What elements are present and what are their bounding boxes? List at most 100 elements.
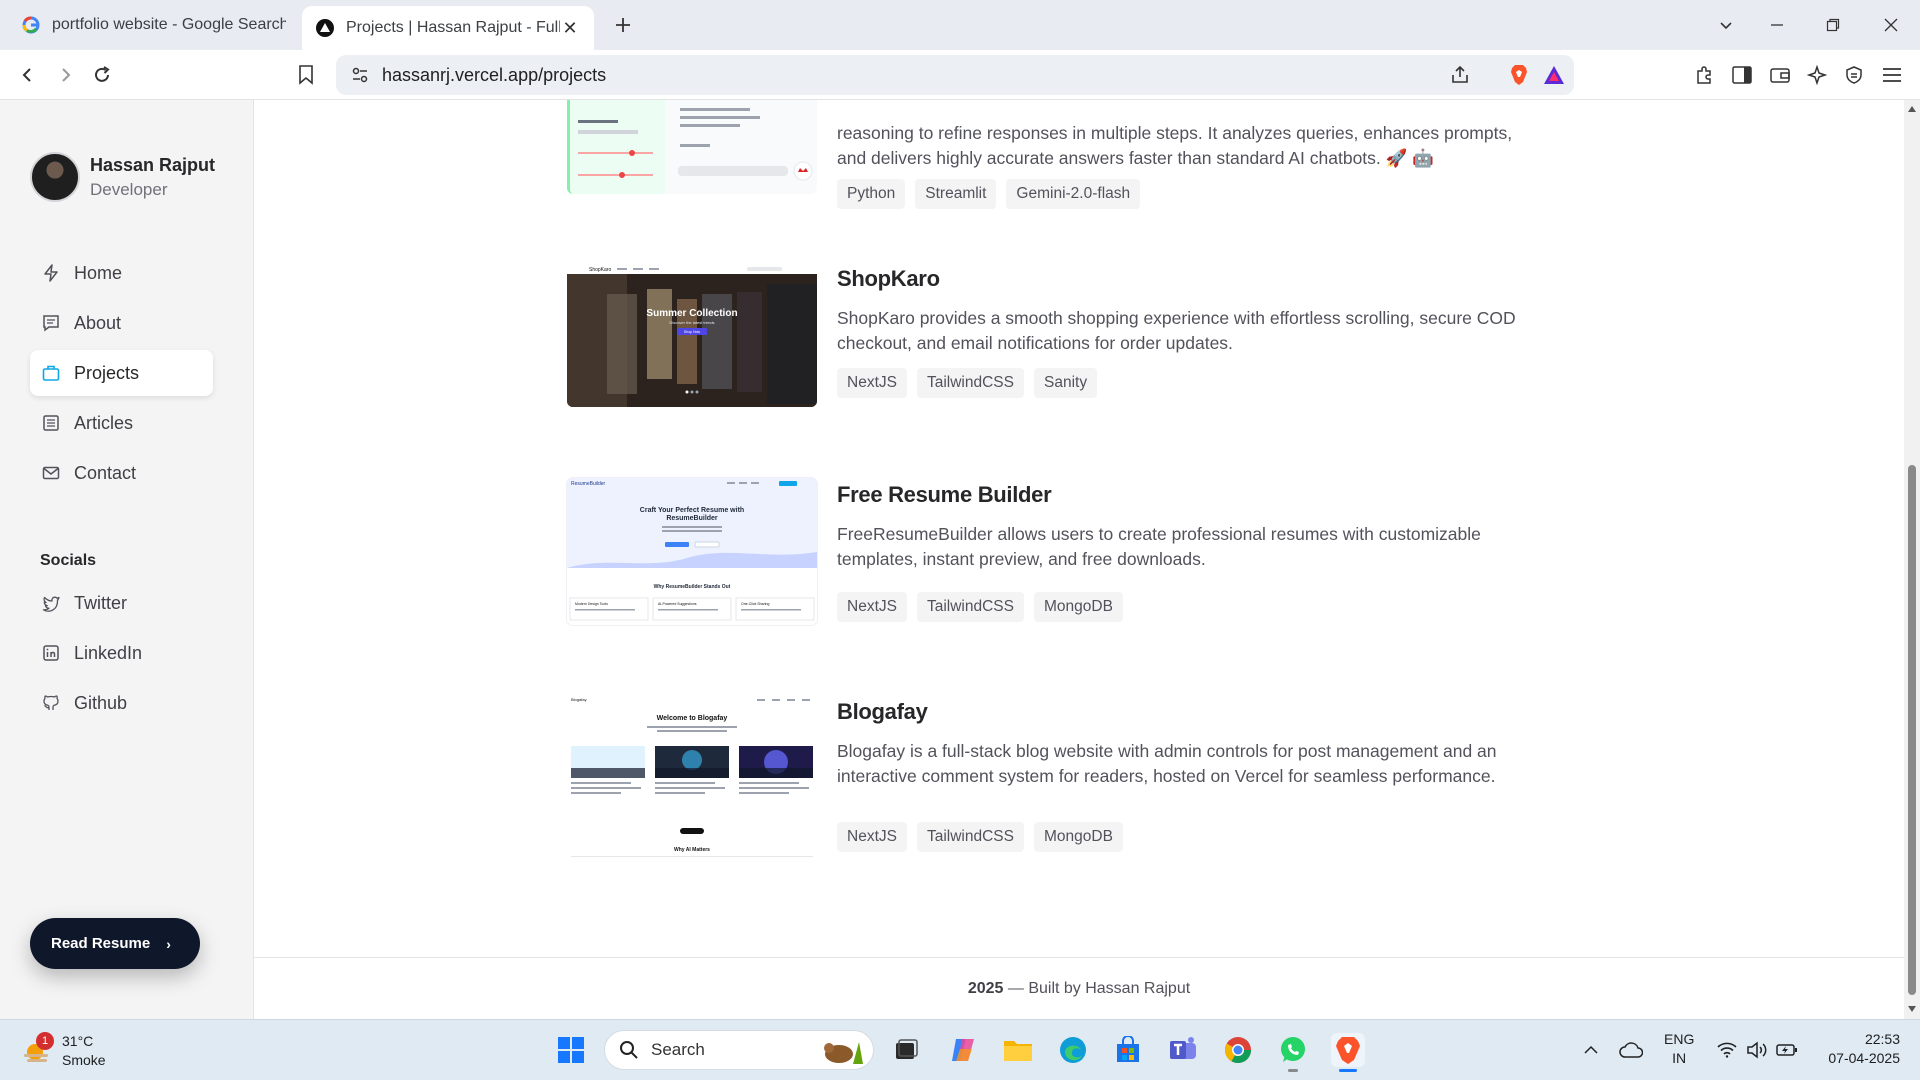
scroll-thumb[interactable]: [1908, 465, 1916, 995]
sidebar-item-contact[interactable]: Contact: [30, 450, 213, 496]
description-line: reasoning to refine responses in multipl…: [837, 123, 1513, 143]
read-resume-button[interactable]: Read Resume ›: [30, 918, 200, 969]
sidebar-item-linkedin[interactable]: LinkedIn: [30, 630, 213, 676]
task-view-icon[interactable]: [889, 1033, 923, 1067]
menu-icon[interactable]: [1878, 61, 1906, 89]
page-footer: 2025 — Built by Hassan Rajput: [254, 957, 1904, 1019]
whatsapp-icon[interactable]: [1276, 1033, 1310, 1072]
tab-projects[interactable]: Projects | Hassan Rajput - Full Stack ✕: [302, 6, 594, 50]
brave-rewards-icon[interactable]: [1542, 63, 1566, 87]
battery-icon[interactable]: [1772, 1033, 1802, 1067]
brave-taskbar-icon[interactable]: [1331, 1033, 1365, 1072]
start-button[interactable]: [554, 1033, 588, 1067]
edge-icon[interactable]: [1056, 1033, 1090, 1067]
close-window-button[interactable]: [1876, 10, 1906, 40]
page-scrollbar[interactable]: [1904, 100, 1920, 1019]
sidebar-item-home[interactable]: Home: [30, 250, 213, 296]
project-thumbnail[interactable]: [567, 100, 817, 194]
project-description: reasoning to refine responses in multipl…: [837, 121, 1577, 171]
tech-tag: Sanity: [1033, 368, 1098, 398]
message-icon: [43, 315, 59, 332]
language-indicator[interactable]: ENG IN: [1664, 1030, 1694, 1068]
weather-badge: 1: [36, 1032, 54, 1050]
footer-text: — Built by Hassan Rajput: [1003, 980, 1191, 997]
project-title[interactable]: Free Resume Builder: [837, 482, 1577, 508]
bolt-icon: [44, 264, 58, 282]
tech-tag: NextJS: [837, 592, 907, 622]
address-bar[interactable]: hassanrj.vercel.app/projects: [336, 55, 1574, 95]
read-resume-label: Read Resume: [51, 935, 151, 952]
sidebar-item-label: Twitter: [74, 592, 128, 613]
vpn-shield-icon[interactable]: [1840, 61, 1868, 89]
tech-tag: MongoDB: [1033, 592, 1123, 622]
search-highlight-image: [824, 1042, 863, 1064]
file-explorer-icon[interactable]: [1001, 1033, 1035, 1067]
leo-ai-icon[interactable]: [1803, 61, 1831, 89]
project-title[interactable]: Blogafay: [837, 699, 1577, 725]
profile[interactable]: Hassan Rajput Developer: [30, 152, 215, 202]
sidebar-item-projects[interactable]: Projects: [30, 350, 213, 396]
extensions-icon[interactable]: [1690, 61, 1718, 89]
svg-text:Why ResumeBuilder Stands Out: Why ResumeBuilder Stands Out: [654, 584, 731, 590]
wallet-icon[interactable]: [1766, 61, 1794, 89]
sidebar-item-twitter[interactable]: Twitter: [30, 580, 213, 626]
profile-name: Hassan Rajput: [90, 154, 216, 175]
new-tab-button[interactable]: [610, 12, 636, 38]
scroll-down-icon[interactable]: [1908, 1006, 1916, 1012]
linkedin-icon: [43, 645, 59, 661]
volume-icon[interactable]: [1742, 1033, 1772, 1067]
scroll-up-icon[interactable]: [1908, 106, 1916, 112]
close-tab-icon[interactable]: ✕: [560, 18, 580, 38]
chrome-icon[interactable]: [1221, 1033, 1255, 1067]
brave-shields-icon[interactable]: [1507, 63, 1531, 87]
onedrive-sync-icon[interactable]: [1615, 1033, 1647, 1067]
svg-text:Craft Your Perfect Resume with: Craft Your Perfect Resume with: [640, 507, 744, 514]
weather-icon: 1: [22, 1032, 54, 1066]
minimize-button[interactable]: [1762, 10, 1792, 40]
sidebar-item-about[interactable]: About: [30, 300, 213, 346]
project-info: reasoning to refine responses in multipl…: [837, 100, 1577, 209]
tech-tag: TailwindCSS: [916, 592, 1024, 622]
site-settings-icon[interactable]: [348, 63, 372, 87]
svg-text:AI-Powered Suggestions: AI-Powered Suggestions: [658, 602, 697, 606]
sidebar-toggle-icon[interactable]: [1728, 61, 1756, 89]
sidebar-item-articles[interactable]: Articles: [30, 400, 213, 446]
tab-google-search[interactable]: portfolio website - Google Search: [8, 6, 300, 44]
reload-button[interactable]: [88, 61, 116, 89]
chevron-right-icon: ›: [166, 935, 171, 952]
project-thumbnail[interactable]: ResumeBuilder Craft Your Perfect Resume …: [567, 478, 817, 625]
tech-tag: TailwindCSS: [916, 368, 1024, 398]
taskbar-search-box[interactable]: Search: [604, 1030, 874, 1070]
back-button[interactable]: [14, 61, 42, 89]
forward-button[interactable]: [51, 61, 79, 89]
svg-text:Discover the latest trends: Discover the latest trends: [669, 320, 714, 325]
url-text: hassanrj.vercel.app/projects: [382, 65, 607, 85]
tag-list: NextJS TailwindCSS MongoDB: [837, 592, 1577, 622]
weather-widget[interactable]: 1 31°C Smoke: [22, 1032, 106, 1070]
project-description: Blogafay is a full-stack blog website wi…: [837, 741, 1497, 786]
share-icon[interactable]: [1448, 63, 1472, 87]
search-icon: [620, 1041, 638, 1059]
tab-search-chevron-icon[interactable]: [1711, 10, 1741, 40]
project-thumbnail[interactable]: ShopKaro Summer Collection Discover the …: [567, 264, 817, 407]
windows-taskbar: 1 31°C Smoke Search ENG IN 22:53 07-04-2…: [0, 1019, 1920, 1080]
tech-tag: NextJS: [837, 822, 907, 852]
copilot-icon[interactable]: [946, 1033, 980, 1067]
blogafay-screenshot-image: Blogafay Welcome to Blogafay Why AI Matt…: [567, 696, 817, 858]
document-icon: [43, 415, 59, 431]
region-code: IN: [1672, 1050, 1687, 1066]
project-title[interactable]: ShopKaro: [837, 266, 1577, 292]
project-thumbnail[interactable]: Blogafay Welcome to Blogafay Why AI Matt…: [567, 696, 817, 858]
show-hidden-icons-chevron-icon[interactable]: [1576, 1033, 1606, 1067]
tab-title: portfolio website - Google Search: [52, 16, 286, 33]
sidebar-item-github[interactable]: Github: [30, 680, 213, 726]
bookmark-icon[interactable]: [292, 61, 320, 89]
sidebar-item-label: LinkedIn: [74, 642, 143, 663]
restore-button[interactable]: [1818, 10, 1848, 40]
project-info: Blogafay Blogafay is a full-stack blog w…: [837, 696, 1577, 852]
microsoft-store-icon[interactable]: [1111, 1033, 1145, 1067]
clock[interactable]: 22:53 07-04-2025: [1822, 1030, 1900, 1068]
teams-icon[interactable]: [1166, 1033, 1200, 1067]
wifi-icon[interactable]: [1712, 1033, 1742, 1067]
sidebar-nav: Home About Projects Articles Contact: [30, 250, 213, 500]
